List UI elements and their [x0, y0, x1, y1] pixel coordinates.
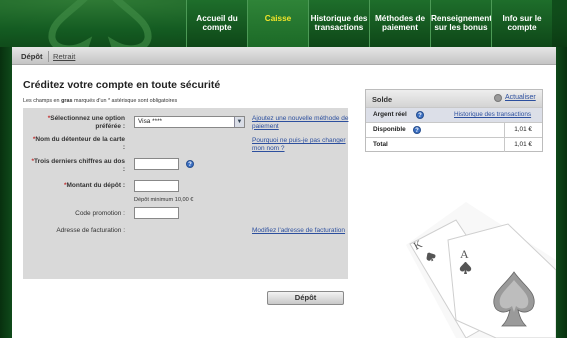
available-row: Disponible ? 1,01 € [366, 122, 542, 137]
header: Accueil du compte Caisse Historique des … [0, 0, 567, 47]
required-note: Les champs en gras marqués d'un * astéri… [23, 98, 177, 104]
transaction-history-link[interactable]: Historique des transactions [454, 111, 531, 118]
total-label: Total [373, 141, 388, 148]
sub-nav: Dépôt Retrait [12, 47, 556, 65]
digits-label: *Trois derniers chiffres au dos : [29, 158, 125, 174]
holder-label: *Nom du détenteur de la carte : [29, 136, 125, 152]
svg-text:A: A [460, 247, 469, 261]
payment-option-select[interactable]: Visa **** ▼ [134, 116, 245, 128]
option-label-text: Sélectionnez une option préférée : [50, 115, 125, 130]
change-name-link[interactable]: Pourquoi ne puis-je pas changer mon nom … [252, 137, 356, 152]
help-icon[interactable]: ? [186, 160, 194, 168]
deposit-form: *Sélectionnez une option préférée : Visa… [23, 108, 349, 279]
tab-deposit[interactable]: Dépôt [21, 52, 43, 61]
refresh-link[interactable]: Actualiser [505, 94, 536, 101]
edit-billing-address-link[interactable]: Modifiez l'adresse de facturation [252, 227, 356, 235]
promo-code-input[interactable] [134, 207, 179, 219]
payment-option-value: Visa **** [138, 118, 163, 125]
right-border [555, 0, 567, 338]
option-label: *Sélectionnez une option préférée : [29, 115, 125, 131]
note-bold: gras [61, 98, 73, 104]
cvv-input[interactable] [134, 158, 179, 170]
chevron-down-icon[interactable]: ▼ [234, 117, 244, 127]
total-row: Total 1,01 € [366, 137, 542, 152]
real-money-label: Argent réel [373, 111, 407, 118]
page-title: Créditez votre compte en toute sécurité [23, 79, 221, 91]
promo-label: Code promotion : [75, 210, 125, 217]
balance-title: Solde [372, 95, 393, 104]
available-value: 1,01 € [514, 126, 532, 133]
playing-cards-icon: A K [406, 202, 556, 338]
help-icon[interactable]: ? [413, 126, 421, 134]
min-deposit-hint: Dépôt minimum 10,00 € [134, 197, 194, 203]
add-payment-method-link[interactable]: Ajoutez une nouvelle méthode de paiement [252, 115, 352, 130]
amount-input[interactable] [134, 180, 179, 192]
tab-divider [48, 51, 49, 62]
real-money-row: Argent réel ? Historique des transaction… [366, 107, 542, 122]
nav-item-account-info[interactable]: Info sur le compte [491, 0, 552, 47]
column-divider [504, 138, 505, 152]
column-divider [504, 123, 505, 137]
nav-item-bonus-info[interactable]: Renseignements sur les bonus [430, 0, 497, 47]
nav-item-account-home[interactable]: Accueil du compte [186, 0, 247, 47]
note-prefix: Les champs en [23, 98, 62, 104]
help-icon[interactable]: ? [416, 111, 424, 119]
balance-header: Solde Actualiser [366, 90, 542, 107]
amount-label-text: Montant du dépôt : [66, 182, 125, 189]
tab-withdraw[interactable]: Retrait [53, 52, 75, 61]
spade-logo-icon [48, 0, 152, 47]
available-label: Disponible [373, 126, 406, 133]
nav-item-payment-methods[interactable]: Méthodes de paiement [369, 0, 430, 47]
total-value: 1,01 € [514, 141, 532, 148]
digits-label-text: Trois derniers chiffres au dos : [33, 158, 125, 173]
deposit-button[interactable]: Dépôt [267, 291, 344, 305]
left-border [0, 0, 12, 338]
note-suffix: marqués d'un * astérisque sont obligatoi… [72, 98, 178, 104]
balance-panel: Solde Actualiser Argent réel ? Historiqu… [365, 89, 543, 152]
main-nav: Accueil du compte Caisse Historique des … [186, 0, 552, 47]
amount-label: *Montant du dépôt : [29, 182, 125, 190]
refresh-icon[interactable] [494, 94, 502, 102]
nav-item-transaction-history[interactable]: Historique des transactions [308, 0, 369, 47]
billing-label: Adresse de facturation : [56, 227, 125, 234]
nav-item-cashier[interactable]: Caisse [247, 0, 308, 47]
holder-label-text: Nom du détenteur de la carte : [35, 136, 125, 151]
